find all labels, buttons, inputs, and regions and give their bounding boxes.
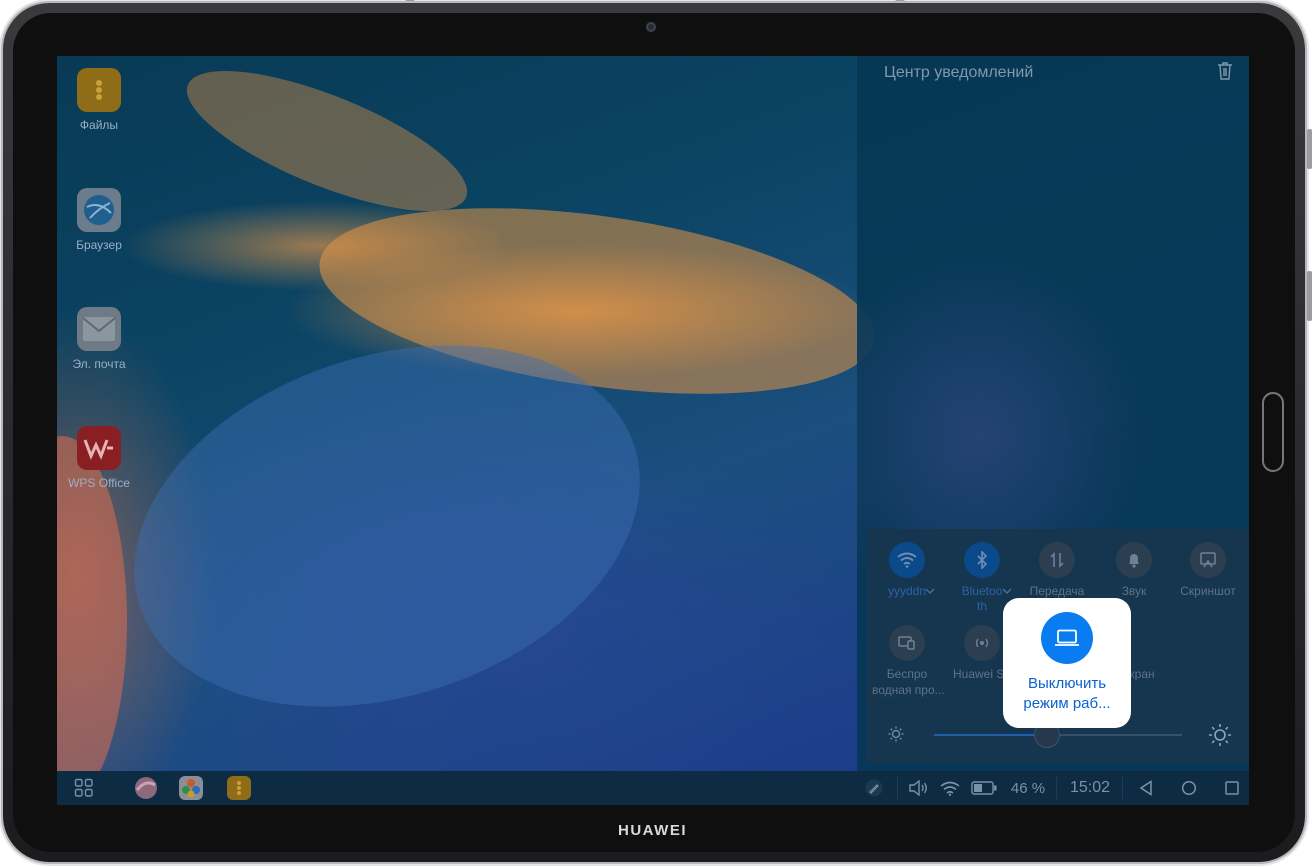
work-mode-label-line2: режим раб... — [1023, 695, 1111, 712]
tile-label: Скриншот — [1180, 584, 1236, 598]
wallpaper-wave-red — [57, 436, 127, 805]
work-mode-label-line1: Выключить — [1027, 675, 1107, 692]
chevron-down-icon[interactable] — [925, 586, 935, 597]
taskbar-divider — [1122, 777, 1123, 799]
browser-icon — [77, 188, 121, 232]
files-icon — [77, 68, 121, 112]
data-transfer-icon — [1039, 542, 1075, 578]
notification-center-title: Центр уведомлений — [884, 64, 1034, 81]
laptop-icon — [1041, 612, 1093, 664]
desktop-icon-label: Эл. почта — [72, 357, 126, 371]
volume-icon[interactable] — [907, 771, 931, 805]
tile-label: Беспро — [886, 667, 928, 681]
screen: Файлы Браузер Эл. почта WPS Office Центр… — [57, 56, 1249, 805]
bluetooth-icon — [964, 542, 1000, 578]
desktop-icon-files[interactable]: Файлы — [59, 68, 139, 132]
tile-data-transfer[interactable]: Передача — [1022, 542, 1092, 599]
recents-button[interactable] — [1219, 771, 1245, 805]
battery-icon[interactable] — [970, 771, 998, 805]
wps-office-icon — [77, 426, 121, 470]
top-button-right — [895, 0, 905, 1]
fingerprint-key — [1262, 392, 1284, 472]
taskbar-divider — [897, 777, 898, 799]
tile-sound[interactable]: Звук — [1099, 542, 1169, 599]
huawei-share-icon — [964, 625, 1000, 661]
pen-icon[interactable] — [863, 771, 885, 805]
brightness-low-icon — [888, 726, 904, 747]
brightness-slider[interactable] — [934, 722, 1182, 748]
brightness-slider-fill — [934, 734, 1046, 736]
tile-label: Звук — [1121, 584, 1147, 598]
tile-screenshot[interactable]: Скриншот — [1173, 542, 1243, 599]
screenshot-icon — [1190, 542, 1226, 578]
taskbar: 46 % 15:02 — [57, 771, 1249, 805]
home-button[interactable] — [1176, 771, 1202, 805]
tile-wireless-projection[interactable]: Беспро водная про... — [872, 625, 945, 698]
taskbar-divider — [1056, 777, 1057, 799]
app-drawer-icon[interactable] — [71, 771, 97, 805]
desktop-icon-browser[interactable]: Браузер — [59, 188, 139, 252]
desktop-icon-label: Браузер — [76, 238, 122, 252]
desktop-icon-wps[interactable]: WPS Office — [59, 426, 139, 490]
front-camera — [646, 22, 656, 32]
wifi-icon — [889, 542, 925, 578]
brand-logo: HUAWEI — [618, 822, 687, 839]
wifi-status-icon[interactable] — [938, 771, 962, 805]
back-button[interactable] — [1133, 771, 1159, 805]
chevron-down-icon[interactable] — [1002, 586, 1012, 597]
work-mode-toggle-tile[interactable]: Выключить режим раб... — [1003, 598, 1131, 728]
desktop-icon-label: Файлы — [79, 118, 119, 132]
browser-app-icon[interactable] — [131, 771, 161, 805]
gallery-app-icon[interactable] — [176, 771, 206, 805]
trash-icon[interactable] — [1217, 62, 1233, 80]
mail-icon — [77, 307, 121, 351]
tile-label-line2: водная про... — [872, 683, 945, 697]
desktop-icon-mail[interactable]: Эл. почта — [59, 307, 139, 371]
files-app-icon[interactable] — [224, 771, 254, 805]
desktop-icon-label: WPS Office — [68, 476, 130, 490]
battery-percentage: 46 % — [1010, 779, 1046, 797]
volume-down-button — [1307, 271, 1312, 321]
brightness-high-icon — [1208, 723, 1232, 752]
tile-label: Передача — [1029, 584, 1085, 598]
clock[interactable]: 15:02 — [1063, 771, 1117, 805]
volume-up-button — [1307, 129, 1312, 169]
top-button-left — [405, 0, 415, 1]
wireless-projection-icon — [889, 625, 925, 661]
bell-icon — [1116, 542, 1152, 578]
